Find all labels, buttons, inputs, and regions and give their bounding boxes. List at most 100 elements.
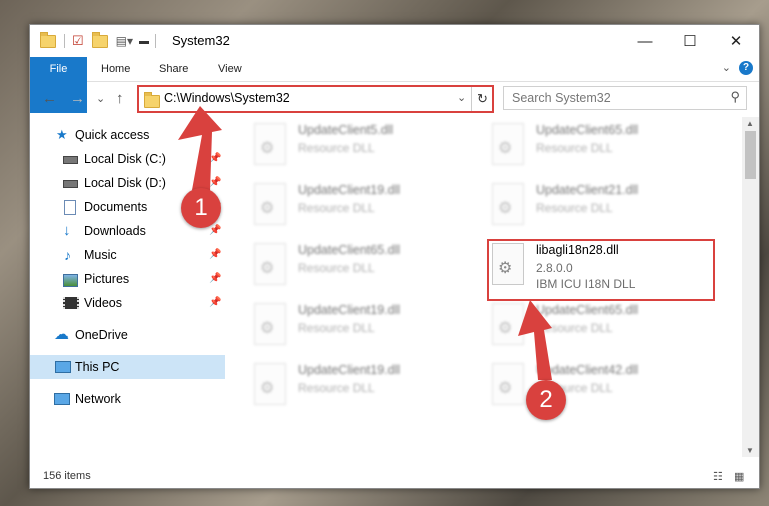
recent-locations-button[interactable]: ⌄: [96, 92, 105, 105]
sidebar-item-label: This PC: [75, 360, 120, 374]
file-description: Resource DLL: [536, 201, 613, 215]
pictures-icon: [63, 274, 78, 287]
dll-file-icon: [492, 183, 524, 225]
file-item[interactable]: UpdateClient5.dll Resource DLL: [226, 117, 456, 173]
file-name: UpdateClient19.dll: [298, 303, 401, 317]
scroll-down-icon[interactable]: ▼: [746, 446, 754, 455]
sidebar-item-label: Network: [75, 392, 121, 406]
file-description: Resource DLL: [536, 141, 613, 155]
file-item[interactable]: UpdateClient65.dll Resource DLL: [464, 117, 694, 173]
file-description: Resource DLL: [298, 201, 375, 215]
quick-access-toolbar: ☑ ▤▾ ▬: [40, 31, 157, 50]
sidebar-item-this-pc[interactable]: This PC: [30, 355, 225, 379]
forward-button[interactable]: →: [70, 90, 85, 107]
sidebar-item-music[interactable]: ♪ Music 📌: [30, 243, 225, 267]
dll-file-icon: [254, 363, 286, 405]
sidebar-item-videos[interactable]: Videos 📌: [30, 291, 225, 315]
tab-share[interactable]: Share: [159, 57, 188, 81]
sidebar-item-label: Videos: [84, 296, 122, 310]
expand-ribbon-icon[interactable]: ⌄: [722, 61, 731, 74]
divider: [155, 34, 157, 48]
pin-icon[interactable]: 📌: [209, 243, 221, 267]
file-item[interactable]: UpdateClient65.dll Resource DLL: [226, 237, 456, 293]
new-folder-icon[interactable]: [91, 31, 108, 48]
sidebar-item-network[interactable]: Network: [30, 387, 225, 411]
ribbon: File Home Share View ⌄ ?: [30, 57, 759, 113]
sidebar-item-local-disk-c[interactable]: Local Disk (C:) 📌: [30, 147, 225, 171]
file-item[interactable]: UpdateClient42.dll Resource DLL: [464, 357, 694, 413]
file-name: UpdateClient21.dll: [536, 183, 639, 197]
chevron-down-icon[interactable]: ▬: [139, 36, 149, 47]
file-description: Resource DLL: [298, 141, 375, 155]
close-button[interactable]: ✕: [713, 25, 759, 57]
file-item[interactable]: UpdateClient19.dll Resource DLL: [226, 357, 456, 413]
sidebar-item-label: Documents: [84, 200, 148, 214]
sidebar-item-pictures[interactable]: Pictures 📌: [30, 267, 225, 291]
onedrive-icon: ☁: [54, 326, 69, 343]
file-description: Resource DLL: [298, 381, 375, 395]
dll-file-icon: [254, 123, 286, 165]
scrollbar-thumb[interactable]: [745, 131, 756, 179]
sidebar-item-label: Music: [84, 248, 117, 262]
pin-icon[interactable]: 📌: [209, 267, 221, 291]
file-item[interactable]: UpdateClient19.dll Resource DLL: [226, 177, 456, 233]
drive-icon: [63, 180, 78, 188]
file-name: UpdateClient19.dll: [298, 363, 401, 377]
back-button[interactable]: ←: [42, 90, 57, 107]
navigation-bar: ← → ⌄ ↑ C:\Windows\System32 ⌄ ↻ Search S…: [30, 82, 759, 116]
customize-toolbar-icon[interactable]: ▤▾: [116, 34, 133, 48]
music-icon: ♪: [64, 247, 71, 263]
sidebar-item-label: Quick access: [75, 128, 150, 142]
search-icon[interactable]: ⚲: [730, 89, 740, 105]
divider: [64, 34, 65, 48]
address-path[interactable]: C:\Windows\System32: [164, 91, 290, 105]
videos-icon: [63, 297, 79, 309]
minimize-button[interactable]: —: [622, 25, 668, 57]
dll-file-icon: [492, 123, 524, 165]
file-name: UpdateClient42.dll: [536, 363, 639, 377]
documents-icon: [64, 200, 76, 215]
folder-icon[interactable]: [40, 31, 56, 48]
step-badge-2: 2: [526, 380, 566, 420]
window-title: System32: [172, 33, 230, 48]
star-icon: ★: [56, 127, 68, 142]
dll-file-icon: [254, 303, 286, 345]
sidebar-item-onedrive[interactable]: ☁ OneDrive: [30, 323, 225, 347]
scroll-up-icon[interactable]: ▲: [746, 119, 754, 128]
dll-file-icon: [492, 363, 524, 405]
dll-file-icon: [492, 303, 524, 345]
sidebar-item-label: Pictures: [84, 272, 130, 286]
status-bar: 156 items ☷ ▦: [30, 465, 759, 487]
pin-icon[interactable]: 📌: [209, 291, 221, 315]
search-box[interactable]: Search System32 ⚲: [503, 86, 747, 110]
sidebar-item-quick-access[interactable]: ★ Quick access: [30, 123, 225, 147]
file-item[interactable]: UpdateClient19.dll Resource DLL: [226, 297, 456, 353]
sidebar-item-label: OneDrive: [75, 328, 128, 342]
details-view-icon[interactable]: ☷: [713, 470, 723, 483]
chevron-down-icon[interactable]: ⌄: [457, 91, 466, 104]
search-input[interactable]: Search System32: [512, 91, 611, 105]
refresh-button[interactable]: ↻: [471, 87, 493, 111]
file-description: Resource DLL: [298, 321, 375, 335]
pin-icon[interactable]: 📌: [209, 147, 221, 171]
file-name: UpdateClient65.dll: [536, 123, 639, 137]
vertical-scrollbar[interactable]: ▲ ▼: [742, 117, 759, 457]
properties-icon[interactable]: ☑: [72, 33, 84, 49]
maximize-button[interactable]: ☐: [667, 25, 713, 57]
file-name: UpdateClient65.dll: [536, 303, 639, 317]
file-name: UpdateClient65.dll: [298, 243, 401, 257]
file-name: UpdateClient19.dll: [298, 183, 401, 197]
file-item[interactable]: UpdateClient65.dll Resource DLL: [464, 297, 694, 353]
item-count: 156 items: [43, 470, 91, 482]
help-icon[interactable]: ?: [739, 61, 753, 75]
address-bar[interactable]: C:\Windows\System32 ⌄ ↻: [137, 85, 494, 113]
up-button[interactable]: ↑: [116, 90, 124, 107]
file-item[interactable]: UpdateClient21.dll Resource DLL: [464, 177, 694, 233]
dll-file-icon: [254, 243, 286, 285]
file-description: Resource DLL: [298, 261, 375, 275]
drive-icon: [63, 156, 78, 164]
tab-view[interactable]: View: [218, 57, 242, 81]
large-icons-view-icon[interactable]: ▦: [734, 470, 744, 483]
dll-file-icon: [254, 183, 286, 225]
tab-home[interactable]: Home: [101, 57, 130, 81]
